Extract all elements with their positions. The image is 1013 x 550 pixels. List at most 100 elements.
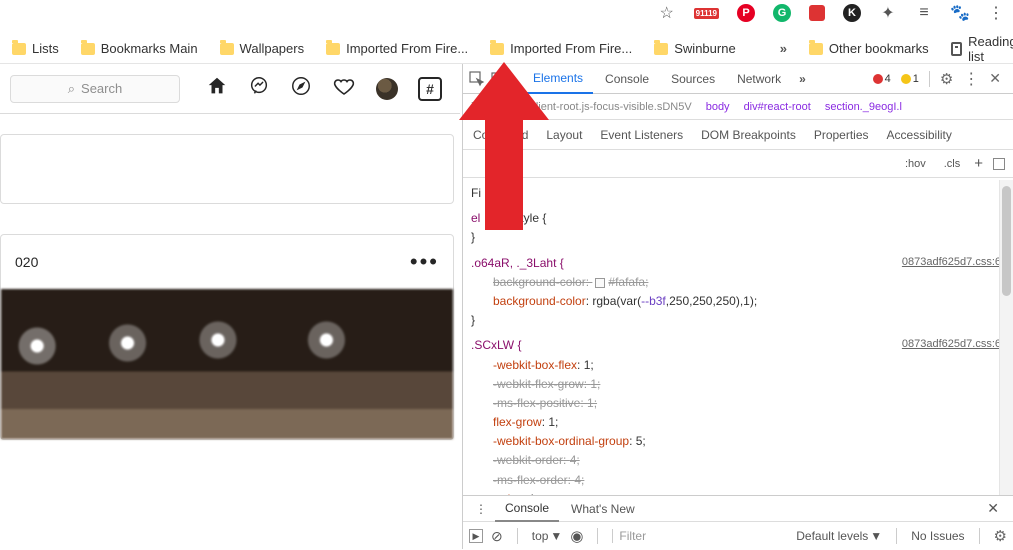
- crumb-item[interactable]: section._9eogI.l: [825, 101, 902, 113]
- folder-icon: [809, 43, 823, 55]
- devtools-drawer: ⋮ Console What's New ✕ ▶ ⊘ top ▼ ◉ Filte…: [463, 495, 1013, 549]
- extensions-icon[interactable]: ✦: [879, 4, 897, 22]
- bookmark-label: Bookmarks Main: [101, 41, 198, 56]
- messenger-icon[interactable]: [248, 75, 270, 103]
- subtab-dom-breakpoints[interactable]: DOM Breakpoints: [701, 128, 796, 142]
- search-input[interactable]: ⌕ Search: [10, 75, 180, 103]
- bookmark-label: Other bookmarks: [829, 41, 929, 56]
- settings-gear-icon[interactable]: ⚙: [940, 70, 953, 88]
- hov-toggle[interactable]: :hov: [901, 157, 930, 171]
- post-more-button[interactable]: •••: [410, 249, 439, 275]
- close-devtools-icon[interactable]: ✕: [989, 70, 1001, 87]
- context-selector[interactable]: top ▼: [532, 529, 563, 543]
- reading-list-icon[interactable]: ≡: [915, 4, 933, 22]
- computed-toggle-icon[interactable]: [993, 158, 1005, 170]
- css-declaration[interactable]: -ms-flex-positive: 1;: [471, 394, 1005, 413]
- css-declaration[interactable]: -webkit-order: 4;: [471, 451, 1005, 470]
- tabs-overflow[interactable]: »: [793, 72, 812, 86]
- bookmarks-overflow[interactable]: »: [780, 41, 787, 56]
- reading-list-label: Reading list: [968, 34, 1013, 64]
- bookmark-folder[interactable]: Imported From Fire...: [326, 41, 468, 56]
- grammarly-icon[interactable]: G: [773, 4, 791, 22]
- style-rule: Fi: [471, 184, 1005, 203]
- console-sidebar-icon[interactable]: ▶: [469, 529, 483, 543]
- css-declaration[interactable]: background-color: rgba(var(--b3f,250,250…: [471, 292, 1005, 311]
- folder-icon: [490, 43, 504, 55]
- bookmark-folder[interactable]: Swinburne: [654, 41, 735, 56]
- log-levels-selector[interactable]: Default levels ▼: [796, 529, 882, 543]
- hashtag-button[interactable]: #: [418, 77, 442, 101]
- bookmark-label: Lists: [32, 41, 59, 56]
- bookmark-folder[interactable]: Lists: [12, 41, 59, 56]
- bookmark-label: Wallpapers: [240, 41, 305, 56]
- scrollbar-thumb[interactable]: [1002, 186, 1011, 296]
- post-date: 020: [15, 254, 38, 270]
- folder-icon: [12, 43, 26, 55]
- bookmark-folder[interactable]: Wallpapers: [220, 41, 305, 56]
- stories-strip[interactable]: [0, 134, 454, 204]
- drawer-tab-console[interactable]: Console: [495, 496, 559, 522]
- style-rule: 0873adf625d7.css:6 .SCxLW { -webkit-box-…: [471, 336, 1005, 495]
- color-swatch-icon[interactable]: [595, 278, 605, 288]
- pinterest-icon[interactable]: P: [737, 4, 755, 22]
- bookmark-folder[interactable]: Bookmarks Main: [81, 41, 198, 56]
- subtab-event-listeners[interactable]: Event Listeners: [600, 128, 683, 142]
- css-declaration[interactable]: background-color: #fafafa;: [471, 273, 1005, 292]
- clear-console-icon[interactable]: ⊘: [491, 528, 503, 545]
- console-filter-input[interactable]: Filter: [612, 529, 702, 543]
- profile-avatar[interactable]: [376, 78, 398, 100]
- console-settings-icon[interactable]: ⚙: [994, 527, 1007, 545]
- cls-toggle[interactable]: .cls: [940, 157, 965, 171]
- error-count[interactable]: 4: [873, 73, 891, 85]
- page-content: ⌕ Search # 020 •••: [0, 64, 460, 549]
- gmail-badge[interactable]: 91119: [694, 8, 719, 19]
- reading-list-button[interactable]: Reading list: [951, 34, 1013, 64]
- drawer-tab-whatsnew[interactable]: What's New: [561, 496, 645, 522]
- crumb-item[interactable]: body: [706, 101, 730, 113]
- bookmark-label: Imported From Fire...: [346, 41, 468, 56]
- live-expression-icon[interactable]: ◉: [570, 527, 583, 545]
- tab-console[interactable]: Console: [595, 64, 659, 94]
- home-icon[interactable]: [206, 75, 228, 103]
- source-link[interactable]: 0873adf625d7.css:6: [902, 336, 1001, 354]
- extension-red-icon[interactable]: [809, 5, 825, 21]
- search-placeholder: Search: [81, 81, 122, 96]
- source-link[interactable]: 0873adf625d7.css:6: [902, 254, 1001, 272]
- scrollbar[interactable]: [999, 180, 1013, 495]
- css-declaration[interactable]: -webkit-flex-grow: 1;: [471, 375, 1005, 394]
- issues-button[interactable]: No Issues: [911, 529, 964, 543]
- css-declaration[interactable]: flex-grow: 1;: [471, 413, 1005, 432]
- drawer-menu-icon[interactable]: ⋮: [469, 502, 493, 516]
- crumb-item[interactable]: div#react-root: [744, 101, 811, 113]
- css-declaration[interactable]: -ms-flex-order: 4;: [471, 471, 1005, 490]
- other-bookmarks[interactable]: Other bookmarks: [809, 41, 929, 56]
- bookmarks-bar: Lists Bookmarks Main Wallpapers Imported…: [0, 34, 1013, 64]
- subtab-properties[interactable]: Properties: [814, 128, 869, 142]
- folder-icon: [654, 43, 668, 55]
- post-image[interactable]: [1, 289, 453, 439]
- warning-count[interactable]: 1: [901, 73, 919, 85]
- rule-selector: .o64aR, ._3Laht {: [471, 256, 564, 270]
- app-topbar: ⌕ Search #: [0, 64, 460, 114]
- drawer-close-icon[interactable]: ✕: [979, 500, 1007, 517]
- tab-network[interactable]: Network: [727, 64, 791, 94]
- bookmark-label: Imported From Fire...: [510, 41, 632, 56]
- css-declaration[interactable]: -webkit-box-flex: 1;: [471, 356, 1005, 375]
- paw-icon[interactable]: 🐾: [951, 4, 969, 22]
- rule-selector: .SCxLW {: [471, 338, 521, 352]
- new-rule-icon[interactable]: +: [974, 155, 983, 172]
- css-declaration[interactable]: -webkit-box-ordinal-group: 5;: [471, 432, 1005, 451]
- subtab-layout[interactable]: Layout: [546, 128, 582, 142]
- chrome-menu-icon[interactable]: ⋮: [987, 4, 1005, 22]
- devtools-menu-icon[interactable]: ⋮: [963, 69, 979, 89]
- bookmark-folder[interactable]: Imported From Fire...: [490, 41, 632, 56]
- explore-icon[interactable]: [290, 75, 312, 103]
- tab-sources[interactable]: Sources: [661, 64, 725, 94]
- search-icon: ⌕: [68, 81, 75, 97]
- subtab-accessibility[interactable]: Accessibility: [887, 128, 952, 142]
- bookmark-star-icon[interactable]: ☆: [658, 4, 676, 22]
- feed-post: 020 •••: [0, 234, 454, 440]
- style-rule: 0873adf625d7.css:6 .o64aR, ._3Laht { bac…: [471, 254, 1005, 331]
- activity-heart-icon[interactable]: [332, 74, 356, 104]
- extension-k-icon[interactable]: K: [843, 4, 861, 22]
